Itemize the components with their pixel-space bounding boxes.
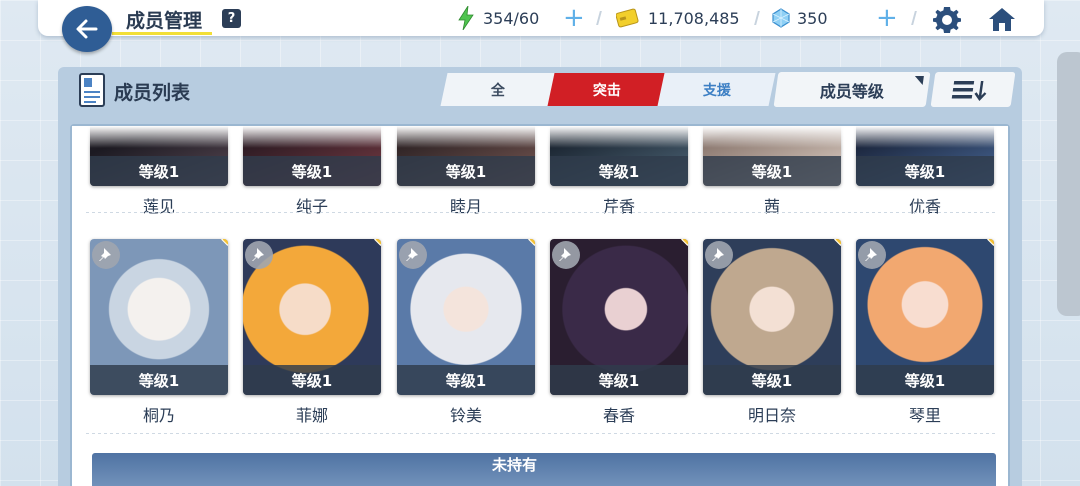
student-name: 茜 <box>763 197 780 216</box>
level-badge: 等级1 <box>397 156 535 186</box>
pin-button[interactable] <box>245 241 273 269</box>
student-name: 纯子 <box>295 197 328 216</box>
student-card[interactable]: 等级1 <box>397 239 535 395</box>
pin-icon <box>865 248 877 261</box>
tab-strike-label: 突击 <box>592 82 621 99</box>
help-button[interactable]: ? <box>222 9 241 28</box>
sort-dropdown[interactable]: 成员等级 <box>773 72 931 107</box>
level-badge: 等级1 <box>856 156 994 186</box>
panel-title: 成员列表 <box>114 82 191 104</box>
level-badge: 等级1 <box>397 365 535 395</box>
level-badge: 等级1 <box>703 365 841 395</box>
back-button[interactable] <box>62 6 112 52</box>
pin-button[interactable] <box>552 241 580 269</box>
tab-support[interactable]: 支援 <box>657 73 776 106</box>
tab-all[interactable]: 全 <box>440 73 556 106</box>
pin-icon <box>406 248 418 261</box>
unowned-section-header <box>92 453 996 486</box>
student-name: 优香 <box>908 197 941 216</box>
tab-support-label: 支援 <box>702 82 731 99</box>
credits-value: 11,708,485 <box>648 8 740 28</box>
sort-order-button[interactable] <box>930 72 1016 107</box>
student-card[interactable]: 等级1 <box>90 239 228 395</box>
student-card[interactable]: 等级1 <box>703 239 841 395</box>
gems-plus-button[interactable]: + <box>876 5 898 31</box>
student-name: 莲见 <box>142 197 175 216</box>
side-scroll-track[interactable] <box>1057 52 1080 316</box>
level-badge: 等级1 <box>90 156 228 186</box>
pin-icon <box>99 248 111 261</box>
student-name: 菲娜 <box>295 406 328 425</box>
student-card[interactable]: 等级1 <box>550 239 688 395</box>
unowned-section-label: 未持有 <box>492 456 538 474</box>
level-badge: 等级1 <box>90 365 228 395</box>
pin-icon <box>252 248 264 261</box>
pin-button[interactable] <box>705 241 733 269</box>
level-badge: 等级1 <box>550 156 688 186</box>
home-icon[interactable] <box>988 5 1016 33</box>
ap-bolt-icon <box>458 6 474 30</box>
level-badge: 等级1 <box>243 365 381 395</box>
pin-button[interactable] <box>858 241 886 269</box>
sort-dropdown-label: 成员等级 <box>819 81 884 101</box>
page-title: 成员管理 <box>126 10 203 32</box>
pin-icon <box>712 248 724 261</box>
student-name: 桐乃 <box>142 406 175 425</box>
student-name: 琴里 <box>908 406 941 425</box>
pin-button[interactable] <box>92 241 120 269</box>
student-name: 铃美 <box>449 406 482 425</box>
ap-plus-button[interactable]: + <box>563 5 585 31</box>
scroll-fade <box>72 126 1008 148</box>
pin-button[interactable] <box>399 241 427 269</box>
student-card[interactable]: 等级1 <box>243 239 381 395</box>
gem-icon <box>772 8 790 28</box>
member-list-icon <box>79 73 105 107</box>
level-badge: 等级1 <box>703 156 841 186</box>
student-name: 春香 <box>602 406 635 425</box>
tab-strike[interactable]: 突击 <box>547 73 666 106</box>
credit-card-icon <box>616 8 639 28</box>
gems-value: 350 <box>797 8 828 28</box>
student-name: 睦月 <box>449 197 482 216</box>
ap-value: 354/60 <box>483 8 540 28</box>
back-arrow-icon <box>76 19 98 39</box>
tab-all-label: 全 <box>491 82 505 99</box>
gear-icon[interactable] <box>933 5 961 33</box>
dropdown-triangle-icon <box>913 76 924 85</box>
student-name: 明日奈 <box>747 406 796 425</box>
row-divider <box>86 212 996 213</box>
student-card[interactable]: 等级1 <box>856 239 994 395</box>
student-grid[interactable]: 等级1 莲见 等级1 纯子 等级1 睦月 等级1 芹香 等级1 茜 等级1 优香 <box>70 124 1010 486</box>
sort-order-icon <box>951 80 987 101</box>
row-divider <box>86 433 996 434</box>
level-badge: 等级1 <box>243 156 381 186</box>
level-badge: 等级1 <box>550 365 688 395</box>
student-name: 芹香 <box>602 197 635 216</box>
pin-icon <box>559 248 571 261</box>
level-badge: 等级1 <box>856 365 994 395</box>
